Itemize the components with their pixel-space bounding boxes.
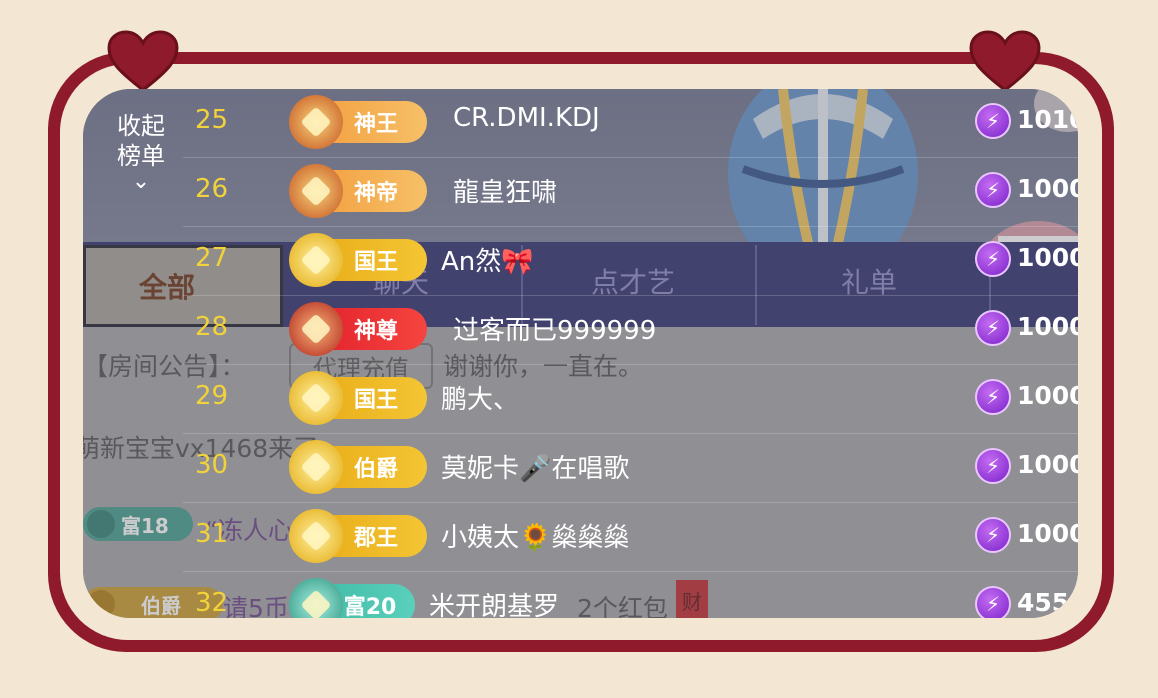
contribution-amount: 10100 (1017, 105, 1078, 134)
level-badge: 伯爵 (289, 440, 427, 494)
lightning-coin-icon: ⚡ (975, 448, 1011, 484)
rank-number: 31 (195, 519, 229, 549)
rank-number: 25 (195, 105, 229, 135)
chevron-down-icon: ⌄ (131, 169, 151, 194)
contribution-amount: 10000 (1017, 519, 1078, 548)
collapse-label: 收起 (117, 112, 165, 140)
collapse-leaderboard-button[interactable]: 收起 榜单 ⌄ (105, 111, 177, 193)
user-name[interactable]: An然🎀 (441, 241, 534, 278)
badge-label: 国王 (353, 388, 398, 413)
user-name[interactable]: CR.DMI.KDJ (453, 103, 600, 133)
user-name[interactable]: 鹏大、 (441, 379, 519, 416)
leaderboard-row[interactable]: 31 郡王 小姨太🌻燊燊燊 ⚡10000 (183, 503, 1078, 572)
level-badge: 神尊 (289, 302, 427, 356)
leaderboard-row[interactable]: 28 神尊 过客而已999999 ⚡10000 (183, 296, 1078, 365)
leaderboard-row[interactable]: 26 神帝 龍皇狂啸 ⚡10000 (183, 158, 1078, 227)
user-name[interactable]: 莫妮卡🎤在唱歌 (441, 448, 629, 485)
contribution-amount: 10000 (1017, 312, 1078, 341)
leaderboard-panel: 全部 聊天 点才艺 礼单 【房间公告】： 代理充值 谢谢你，一直在。 萌新宝宝v… (83, 89, 1078, 618)
leaderboard-row[interactable]: 30 伯爵 莫妮卡🎤在唱歌 ⚡10000 (183, 434, 1078, 503)
badge-emblem-icon (289, 233, 343, 287)
badge-emblem-icon (289, 302, 343, 356)
badge-emblem-icon (289, 95, 343, 149)
contribution-amount: 4554 (1017, 588, 1078, 617)
lightning-coin-icon: ⚡ (975, 379, 1011, 415)
leaderboard-row[interactable]: 27 国王 An然🎀 ⚡10000 (183, 227, 1078, 296)
rank-number: 27 (195, 243, 229, 273)
user-name[interactable]: 龍皇狂啸 (453, 172, 557, 209)
user-name[interactable]: 小姨太🌻燊燊燊 (441, 517, 629, 554)
level-badge: 郡王 (289, 509, 427, 563)
rank-number: 26 (195, 174, 229, 204)
leaderboard-row[interactable]: 25 神王 CR.DMI.KDJ ⚡10100 (183, 89, 1078, 158)
lightning-coin-icon: ⚡ (975, 517, 1011, 553)
badge-emblem-icon (289, 164, 343, 218)
lightning-coin-icon: ⚡ (975, 241, 1011, 277)
badge-emblem-icon (289, 578, 343, 618)
user-name[interactable]: 米开朗基罗 (429, 586, 559, 618)
level-badge: 神王 (289, 95, 427, 149)
badge-label: 富20 (343, 595, 397, 618)
user-name[interactable]: 过客而已999999 (453, 310, 656, 347)
badge-label: 神帝 (353, 181, 398, 206)
heart-icon (107, 30, 179, 92)
lightning-coin-icon: ⚡ (975, 586, 1011, 618)
level-badge: 国王 (289, 371, 427, 425)
level-badge: 国王 (289, 233, 427, 287)
lightning-coin-icon: ⚡ (975, 310, 1011, 346)
lightning-coin-icon: ⚡ (975, 172, 1011, 208)
leaderboard-row[interactable]: 32 富20 米开朗基罗 ⚡ 4554 (183, 572, 1078, 618)
contribution-amount: 10000 (1017, 381, 1078, 410)
badge-emblem-icon (289, 509, 343, 563)
badge-label: 国王 (353, 250, 398, 275)
lightning-coin-icon: ⚡ (975, 103, 1011, 139)
rank-number: 30 (195, 450, 229, 480)
level-badge: 富20 (289, 578, 415, 618)
rank-number: 32 (195, 588, 229, 618)
collapse-label: 榜单 (117, 142, 165, 170)
badge-emblem-icon (289, 440, 343, 494)
contribution-amount: 10000 (1017, 243, 1078, 272)
leaderboard-row[interactable]: 29 国王 鹏大、 ⚡10000 (183, 365, 1078, 434)
badge-label: 伯爵 (353, 457, 398, 482)
badge-emblem-icon (289, 371, 343, 425)
rank-number: 29 (195, 381, 229, 411)
badge-label: 神王 (353, 112, 398, 137)
contribution-amount: 10000 (1017, 174, 1078, 203)
rank-number: 28 (195, 312, 229, 342)
badge-label: 郡王 (353, 526, 398, 551)
contribution-amount: 10000 (1017, 450, 1078, 479)
badge-label: 神尊 (353, 319, 398, 344)
heart-icon (969, 30, 1041, 92)
level-badge: 神帝 (289, 164, 427, 218)
